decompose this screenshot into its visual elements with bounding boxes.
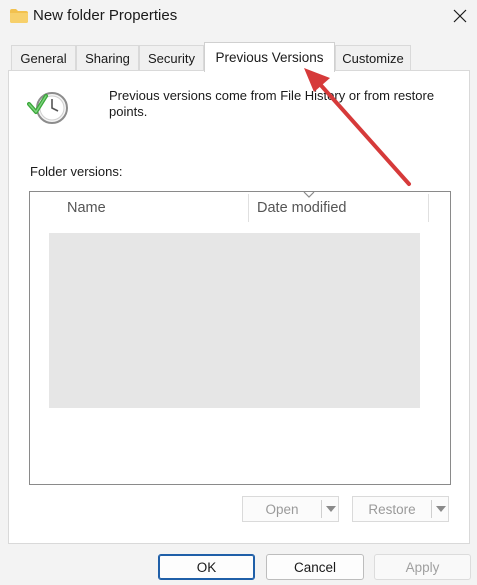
tab-strip: General Sharing Security Previous Versio… xyxy=(0,42,477,72)
tab-sharing[interactable]: Sharing xyxy=(76,45,139,71)
restore-split-button: Restore xyxy=(352,496,449,522)
tab-general[interactable]: General xyxy=(11,45,76,71)
close-button[interactable] xyxy=(445,2,475,30)
folder-icon xyxy=(10,9,28,23)
tab-previous-versions[interactable]: Previous Versions xyxy=(204,42,335,72)
window-title: New folder Properties xyxy=(33,7,178,24)
ok-button[interactable]: OK xyxy=(158,554,255,580)
tab-security[interactable]: Security xyxy=(139,45,204,71)
open-button[interactable]: Open xyxy=(243,497,321,521)
open-split-button: Open xyxy=(242,496,339,522)
column-header-name[interactable]: Name xyxy=(67,192,106,224)
column-header-date-modified[interactable]: Date modified xyxy=(257,192,346,224)
tab-customize[interactable]: Customize xyxy=(335,45,411,71)
split-separator xyxy=(321,500,322,518)
column-divider[interactable] xyxy=(428,194,429,222)
apply-button[interactable]: Apply xyxy=(374,554,471,580)
info-text: Previous versions come from File History… xyxy=(109,88,435,119)
folder-versions-label: Folder versions: xyxy=(30,164,123,179)
close-icon xyxy=(453,9,467,23)
history-clock-icon xyxy=(27,92,68,124)
list-content-placeholder xyxy=(49,233,420,408)
restore-button[interactable]: Restore xyxy=(353,497,431,521)
split-separator xyxy=(431,500,432,518)
title-bar: New folder Properties xyxy=(0,0,477,34)
chevron-down-icon[interactable] xyxy=(436,505,446,513)
chevron-down-icon[interactable] xyxy=(326,505,336,513)
sort-chevron-icon xyxy=(303,191,315,198)
cancel-button[interactable]: Cancel xyxy=(266,554,364,580)
column-divider[interactable] xyxy=(248,194,249,222)
